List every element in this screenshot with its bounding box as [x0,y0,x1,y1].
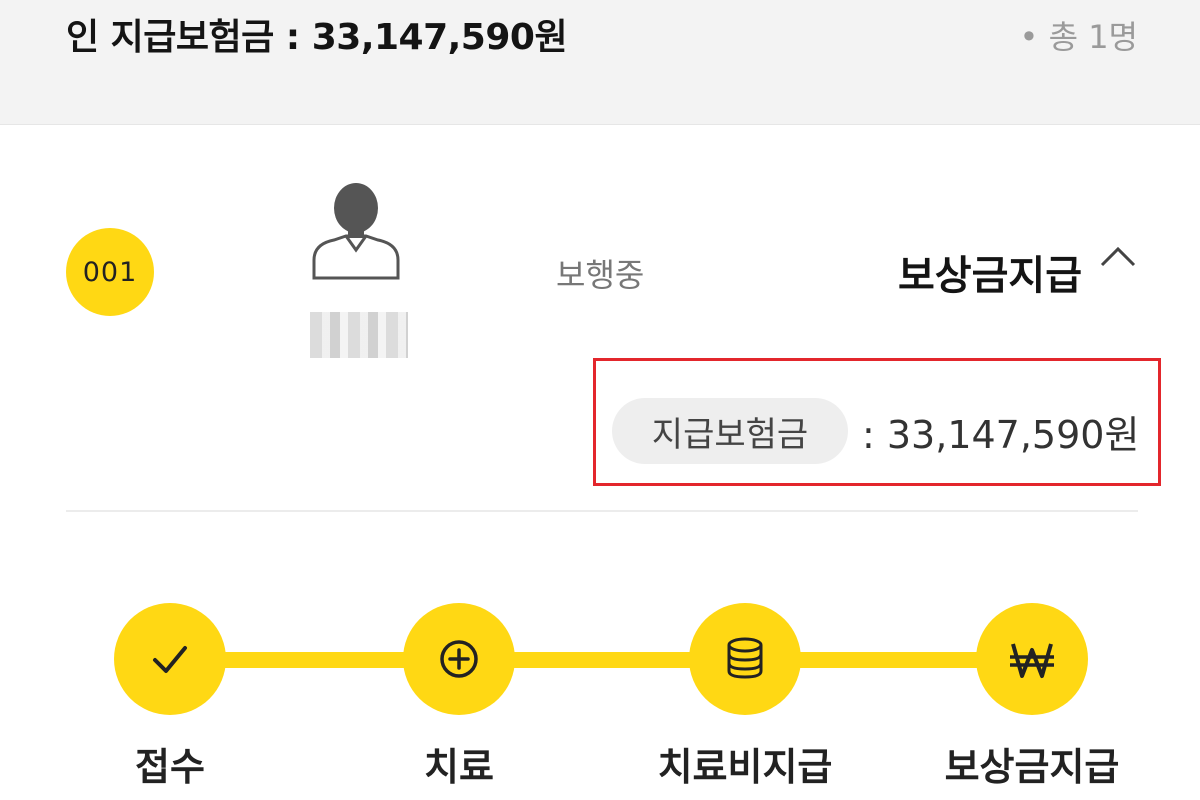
step-reception [114,603,226,715]
step-label-reception: 접수 [135,745,205,789]
current-stage[interactable]: 보상금지급 [898,243,1082,301]
step-label-treatment-payment: 치료비지급 [657,745,833,789]
step-label-compensation-payment: 보상금지급 [944,745,1120,789]
plus-circle-icon [440,640,478,678]
summary-header: 인 지급보험금 : 33,147,590원 • 총 1명 [0,0,1200,125]
chevron-up-icon[interactable] [1098,244,1138,268]
coin-stack-icon [727,637,763,679]
payout-label-pill: 지급보험금 [612,398,848,464]
step-label-treatment: 치료 [424,745,494,789]
user-avatar-icon [312,183,400,280]
person-name-redacted [310,312,408,358]
step-treatment-payment [689,603,801,715]
total-payout-title: 인 지급보험금 : 33,147,590원 [66,17,568,58]
person-number-badge: 001 [66,228,154,316]
section-divider [66,510,1138,512]
total-count: • 총 1명 [1019,18,1138,56]
payout-amount: : 33,147,590원 [862,413,1140,457]
person-status: 보행중 [556,256,645,294]
step-compensation-payment [976,603,1088,715]
check-icon [153,646,187,673]
won-icon [1010,643,1054,678]
step-treatment [403,603,515,715]
progress-track [170,652,1034,668]
